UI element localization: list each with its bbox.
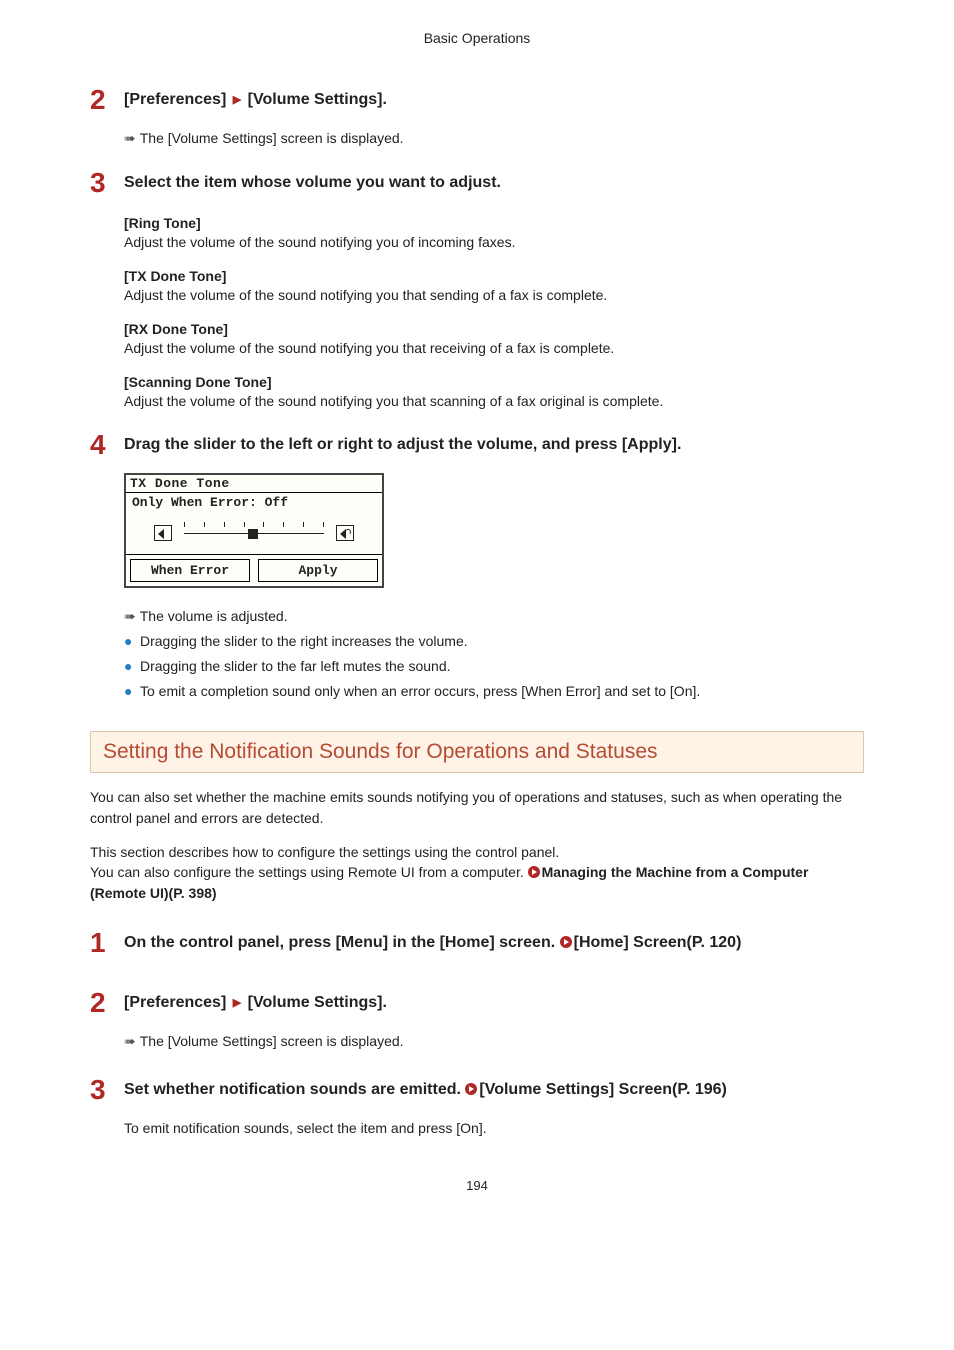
- step-2: 2 [Preferences] ▶ [Volume Settings].: [90, 86, 864, 114]
- para-line: You can also configure the settings usin…: [90, 864, 528, 880]
- tone-item: [RX Done Tone] Adjust the volume of the …: [124, 321, 864, 356]
- step-result: ➠The [Volume Settings] screen is display…: [124, 1033, 864, 1050]
- bullet-item: ● Dragging the slider to the right incre…: [124, 633, 864, 650]
- path-part-a: [Preferences]: [124, 994, 226, 1011]
- step-number: 3: [90, 1076, 124, 1104]
- lcd-apply-button: Apply: [258, 559, 378, 582]
- link-icon: [560, 936, 572, 948]
- arrow-icon: ➠: [124, 130, 140, 146]
- step-3: 3 Select the item whose volume you want …: [90, 169, 864, 197]
- bullet-item: ● To emit a completion sound only when a…: [124, 683, 864, 700]
- step-heading: Drag the slider to the left or right to …: [124, 431, 864, 456]
- lcd-title: TX Done Tone: [126, 475, 382, 493]
- volume-slider: [184, 526, 324, 540]
- bullet-icon: ●: [124, 683, 140, 700]
- lcd-screenshot: TX Done Tone Only When Error: Off When E…: [124, 473, 864, 588]
- lcd-subtitle: Only When Error: Off: [126, 493, 382, 520]
- cross-reference-link[interactable]: [Volume Settings] Screen(P. 196): [479, 1081, 726, 1098]
- item-desc: Adjust the volume of the sound notifying…: [124, 234, 864, 250]
- paragraph: This section describes how to configure …: [90, 842, 864, 903]
- step-number: 4: [90, 431, 124, 459]
- page-number: 194: [90, 1178, 864, 1193]
- item-title: [RX Done Tone]: [124, 321, 864, 337]
- step-number: 2: [90, 86, 124, 114]
- bullet-icon: ●: [124, 658, 140, 675]
- bullet-item: ● Dragging the slider to the far left mu…: [124, 658, 864, 675]
- speaker-volume-icon: [336, 525, 354, 541]
- link-icon: [465, 1083, 477, 1095]
- path-part-b: [Volume Settings].: [248, 91, 387, 108]
- arrow-icon: ➠: [124, 1033, 140, 1049]
- lcd-slider-row: [126, 520, 382, 554]
- para-line: This section describes how to configure …: [90, 844, 559, 860]
- bullet-text: To emit a completion sound only when an …: [140, 683, 700, 700]
- tone-item: [Scanning Done Tone] Adjust the volume o…: [124, 374, 864, 409]
- arrow-icon: ➠: [124, 608, 140, 624]
- step-heading: Select the item whose volume you want to…: [124, 169, 864, 194]
- step-s2-3: 3 Set whether notification sounds are em…: [90, 1076, 864, 1104]
- step-s2-2: 2 [Preferences] ▶ [Volume Settings].: [90, 989, 864, 1017]
- step-heading: [Preferences] ▶ [Volume Settings].: [124, 989, 864, 1014]
- item-desc: Adjust the volume of the sound notifying…: [124, 393, 864, 409]
- result-text: The [Volume Settings] screen is displaye…: [140, 1033, 404, 1049]
- bullet-text: Dragging the slider to the right increas…: [140, 633, 468, 650]
- caret-icon: ▶: [231, 997, 243, 1009]
- speaker-mute-icon: [154, 525, 172, 541]
- step-result: ➠The volume is adjusted.: [124, 608, 864, 625]
- item-desc: Adjust the volume of the sound notifying…: [124, 340, 864, 356]
- step-s2-1: 1 On the control panel, press [Menu] in …: [90, 929, 864, 957]
- item-desc: Adjust the volume of the sound notifying…: [124, 287, 864, 303]
- slider-knob-icon: [248, 529, 258, 539]
- paragraph: You can also set whether the machine emi…: [90, 787, 864, 828]
- tone-item: [TX Done Tone] Adjust the volume of the …: [124, 268, 864, 303]
- step-heading: On the control panel, press [Menu] in th…: [124, 929, 864, 954]
- step-body-text: To emit notification sounds, select the …: [124, 1118, 864, 1138]
- heading-text: Set whether notification sounds are emit…: [124, 1081, 465, 1098]
- step-number: 1: [90, 929, 124, 957]
- step-heading: Set whether notification sounds are emit…: [124, 1076, 864, 1101]
- bullet-text: Dragging the slider to the far left mute…: [140, 658, 451, 675]
- cross-reference-link[interactable]: [Home] Screen(P. 120): [574, 934, 742, 951]
- bullet-icon: ●: [124, 633, 140, 650]
- heading-text: On the control panel, press [Menu] in th…: [124, 934, 560, 951]
- step-heading: [Preferences] ▶ [Volume Settings].: [124, 86, 864, 111]
- step-result: ➠The [Volume Settings] screen is display…: [124, 130, 864, 147]
- page-header: Basic Operations: [90, 30, 864, 46]
- result-text: The [Volume Settings] screen is displaye…: [140, 130, 404, 146]
- section-heading: Setting the Notification Sounds for Oper…: [90, 731, 864, 773]
- step-number: 3: [90, 169, 124, 197]
- path-part-a: [Preferences]: [124, 91, 226, 108]
- path-part-b: [Volume Settings].: [248, 994, 387, 1011]
- result-text: The volume is adjusted.: [140, 608, 288, 624]
- step-4: 4 Drag the slider to the left or right t…: [90, 431, 864, 459]
- item-title: [Ring Tone]: [124, 215, 864, 231]
- lcd-when-error-button: When Error: [130, 559, 250, 582]
- step-number: 2: [90, 989, 124, 1017]
- tone-item: [Ring Tone] Adjust the volume of the sou…: [124, 215, 864, 250]
- item-title: [TX Done Tone]: [124, 268, 864, 284]
- caret-icon: ▶: [231, 94, 243, 106]
- item-title: [Scanning Done Tone]: [124, 374, 864, 390]
- link-icon: [528, 866, 540, 878]
